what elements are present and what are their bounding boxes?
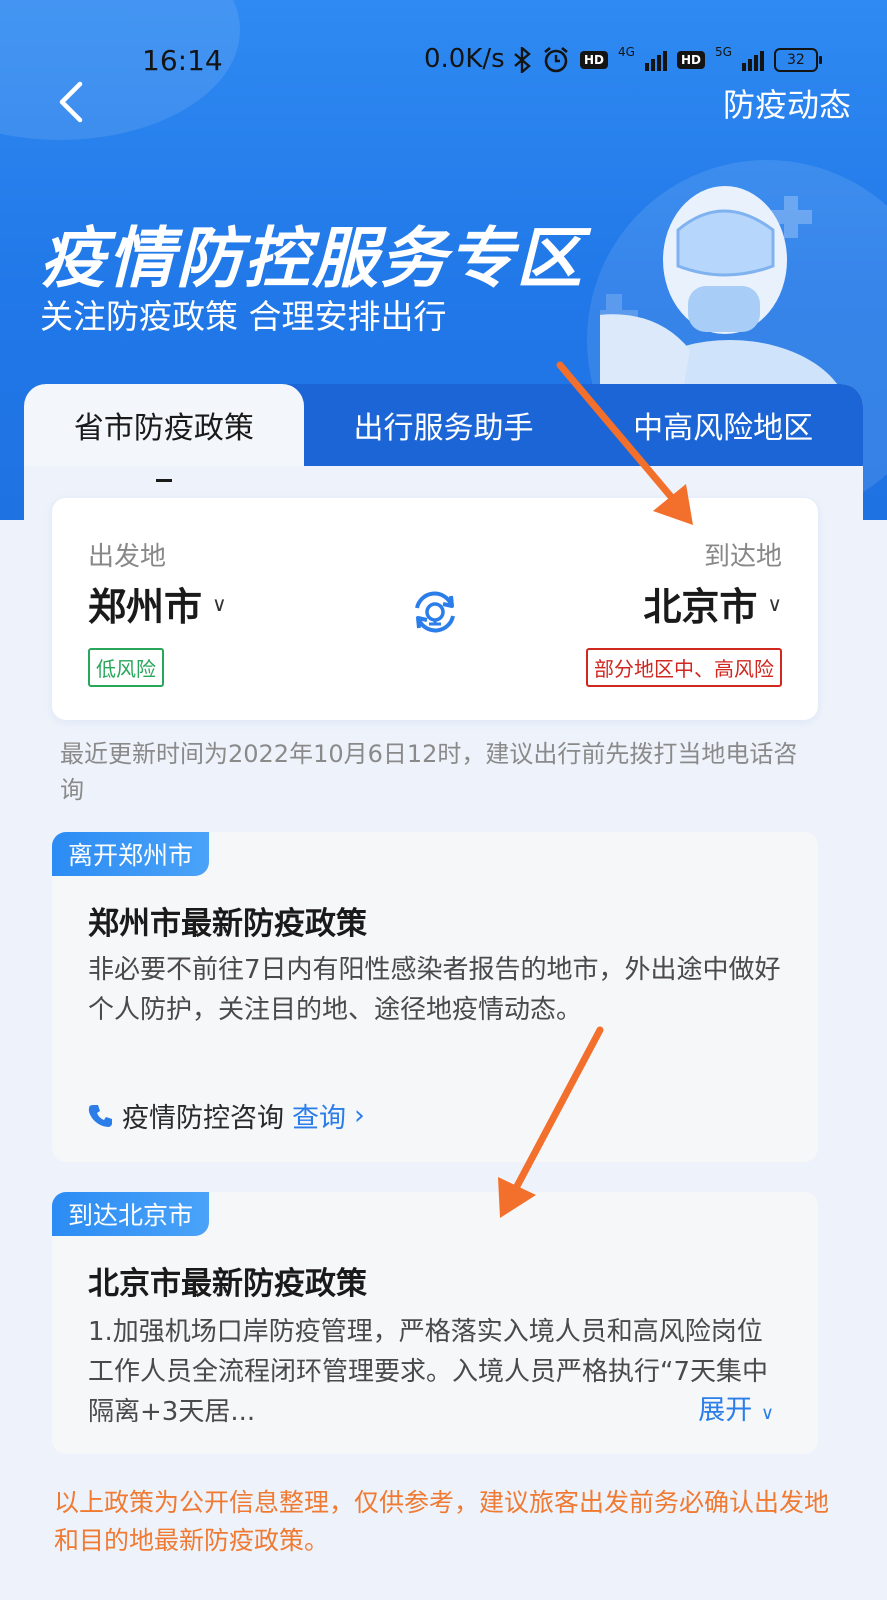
chevron-right-icon: › — [354, 1100, 365, 1131]
tab-label: 出行服务助手 — [353, 411, 534, 446]
net-speed: 0.0K/s — [424, 44, 505, 74]
alarm-icon — [544, 46, 568, 73]
tab-travel-assistant[interactable]: 出行服务助手 — [304, 384, 584, 466]
status-icons: HD 4G HD 5G 32 — [512, 40, 822, 80]
hd-badge: HD — [676, 51, 705, 69]
from-label: 出发地 — [88, 542, 167, 572]
tab-label: 省市防疫政策 — [73, 411, 254, 446]
net-type-4g: 4G — [618, 45, 635, 59]
net-type-5g: 5G — [714, 45, 732, 59]
hero-title: 疫情防控服务专区 — [40, 220, 584, 297]
back-chevron-icon[interactable] — [52, 80, 92, 124]
leave-policy-card: 离开郑州市 郑州市最新防疫政策 非必要不前往7日内有阳性感染者报告的地市，外出途… — [52, 832, 818, 1162]
from-city-select[interactable]: 郑州市 ∨ — [88, 576, 227, 631]
update-note: 最近更新时间为2022年10月6日12时，建议出行前先拨打当地电话咨询 — [60, 740, 798, 804]
battery-icon: 32 — [773, 48, 822, 72]
tab-active-indicator — [155, 479, 172, 482]
tab-label: 中高风险地区 — [633, 411, 814, 446]
main-panel: 省市防疫政策 出行服务助手 中高风险地区 出发地 郑州市 ∨ 到达地 北京市 ∨ — [24, 384, 863, 1600]
consult-label: 疫情防控咨询 — [122, 1103, 284, 1134]
signal-icon — [741, 49, 764, 71]
to-city: 北京市 — [643, 585, 758, 629]
status-time: 16:14 — [142, 44, 223, 77]
arrive-policy-card: 到达北京市 北京市最新防疫政策 1.加强机场口岸防疫管理，严格落实入境人员和高风… — [52, 1192, 818, 1454]
from-risk-badge: 低风险 — [88, 648, 164, 687]
arrive-tag: 到达北京市 — [52, 1192, 210, 1236]
bluetooth-icon — [514, 47, 531, 73]
signal-icon — [644, 49, 667, 71]
consult-row[interactable]: 疫情防控咨询 查询 › — [88, 1096, 365, 1135]
chevron-down-icon: ∨ — [760, 1403, 774, 1424]
consult-link[interactable]: 查询 — [292, 1096, 346, 1135]
arrive-policy-title: 北京市最新防疫政策 — [88, 1266, 367, 1302]
leave-tag: 离开郑州市 — [52, 832, 210, 876]
swap-icon[interactable] — [407, 584, 463, 640]
leave-policy-title: 郑州市最新防疫政策 — [88, 906, 367, 942]
to-risk-badge: 部分地区中、高风险 — [586, 648, 782, 687]
chevron-down-icon: ∨ — [767, 591, 782, 616]
epidemic-news-link[interactable]: 防疫动态 — [723, 80, 851, 126]
from-city: 郑州市 — [88, 585, 203, 629]
tab-province-policy[interactable]: 省市防疫政策 — [24, 384, 304, 482]
arrive-policy-body: 1.加强机场口岸防疫管理，严格落实入境人员和高风险岗位工作人员全流程闭环管理要求… — [88, 1317, 769, 1427]
to-label: 到达地 — [703, 542, 782, 572]
disclaimer: 以上政策为公开信息整理，仅供参考，建议旅客出发前务必确认出发地和目的地最新防疫政… — [54, 1488, 830, 1555]
chevron-down-icon: ∨ — [212, 591, 227, 616]
expand-button[interactable]: 展开 ∨ — [698, 1388, 774, 1427]
expand-label: 展开 — [698, 1395, 753, 1426]
leave-policy-body: 非必要不前往7日内有阳性感染者报告的地市，外出途中做好个人防护，关注目的地、途径… — [88, 955, 781, 1025]
to-city-select[interactable]: 北京市 ∨ — [643, 576, 782, 631]
hero-subtitle: 关注防疫政策 合理安排出行 — [40, 297, 447, 336]
route-card: 出发地 郑州市 ∨ 到达地 北京市 ∨ 低风险 部分地区中、高风险 — [52, 498, 818, 720]
tab-bar: 省市防疫政策 出行服务助手 中高风险地区 — [24, 384, 863, 482]
hd-badge: HD — [580, 51, 609, 69]
tab-risk-areas[interactable]: 中高风险地区 — [583, 384, 863, 466]
phone-icon — [88, 1104, 112, 1127]
